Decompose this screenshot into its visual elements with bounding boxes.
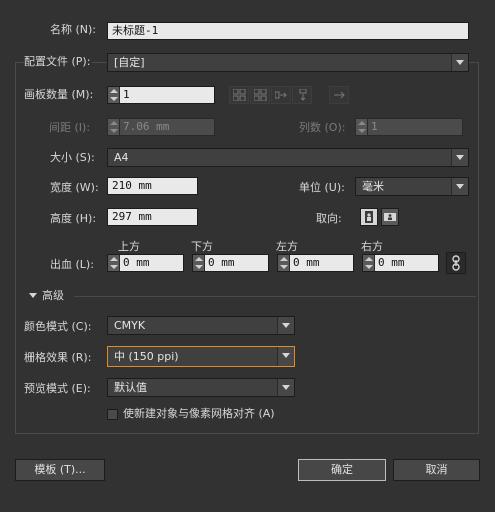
columns-label: 列数 (O): — [299, 121, 346, 134]
cancel-button[interactable]: 取消 — [393, 459, 480, 481]
stepper-arrows-icon[interactable] — [193, 255, 205, 271]
templates-button[interactable]: 模板 (T)... — [15, 459, 105, 481]
align-pixel-checkbox[interactable] — [107, 409, 118, 420]
bleed-top-stepper[interactable]: 0 mm — [107, 254, 184, 272]
artboards-label: 画板数量 (M): — [24, 88, 94, 101]
stepper-arrows-icon[interactable] — [363, 255, 375, 271]
profile-dropdown[interactable]: [自定] — [107, 53, 469, 72]
color-mode-value: CMYK — [114, 319, 146, 332]
size-dropdown[interactable]: A4 — [107, 148, 469, 167]
spacing-value: 7.06 mm — [123, 120, 170, 133]
columns-stepper: 1 — [355, 118, 463, 136]
preview-label: 预览模式 (E): — [24, 382, 91, 395]
artboards-value: 1 — [123, 88, 130, 101]
size-label: 大小 (S): — [50, 151, 95, 164]
chevron-down-icon — [451, 149, 468, 166]
chevron-down-icon — [277, 347, 294, 366]
size-value: A4 — [114, 151, 129, 164]
artboards-stepper[interactable]: 1 — [107, 86, 215, 104]
raster-dropdown[interactable]: 中 (150 ppi) — [107, 346, 295, 367]
chevron-down-icon — [451, 178, 468, 195]
disclosure-triangle-icon[interactable] — [29, 293, 37, 298]
align-pixel-label[interactable]: 使新建对象与像素网格对齐 (A) — [123, 407, 275, 421]
units-label: 单位 (U): — [299, 181, 345, 194]
stepper-arrows-icon — [108, 119, 120, 135]
advanced-label[interactable]: 高级 — [42, 289, 64, 303]
bleed-bottom-label: 下方 — [191, 240, 213, 253]
ok-button[interactable]: 确定 — [298, 459, 386, 481]
profile-value: [自定] — [114, 56, 145, 69]
bleed-right-stepper[interactable]: 0 mm — [362, 254, 439, 272]
width-input[interactable]: 210 mm — [107, 177, 198, 195]
bleed-left-value: 0 mm — [293, 256, 320, 269]
grid-by-row-icon[interactable] — [229, 86, 249, 104]
profile-label: 配置文件 (P): — [24, 55, 93, 69]
chevron-down-icon — [277, 317, 294, 334]
bleed-right-value: 0 mm — [378, 256, 405, 269]
color-mode-label: 颜色模式 (C): — [24, 320, 92, 333]
arrange-by-column-icon[interactable] — [292, 86, 312, 104]
chevron-down-icon — [451, 54, 468, 71]
width-label: 宽度 (W): — [50, 181, 99, 194]
units-dropdown[interactable]: 毫米 — [355, 177, 469, 196]
bleed-right-label: 右方 — [361, 240, 383, 253]
raster-value: 中 (150 ppi) — [114, 350, 179, 363]
height-label: 高度 (H): — [50, 212, 97, 225]
bleed-label: 出血 (L): — [50, 258, 94, 271]
landscape-icon[interactable] — [381, 208, 399, 226]
arrange-by-row-icon[interactable] — [271, 86, 291, 104]
stepper-arrows-icon[interactable] — [108, 255, 120, 271]
advanced-divider — [74, 296, 476, 297]
raster-label: 栅格效果 (R): — [24, 351, 92, 364]
name-input[interactable]: 未标题-1 — [107, 22, 469, 40]
bleed-bottom-value: 0 mm — [208, 256, 235, 269]
stepper-arrows-icon[interactable] — [278, 255, 290, 271]
color-mode-dropdown[interactable]: CMYK — [107, 316, 295, 335]
height-input[interactable]: 297 mm — [107, 208, 198, 226]
bleed-top-label: 上方 — [118, 240, 140, 253]
orientation-label: 取向: — [316, 212, 342, 225]
stepper-arrows-icon[interactable] — [108, 87, 120, 103]
stepper-arrows-icon — [356, 119, 368, 135]
chevron-down-icon — [277, 379, 294, 396]
bleed-top-value: 0 mm — [123, 256, 150, 269]
link-icon[interactable] — [446, 252, 466, 274]
preview-value: 默认值 — [114, 381, 147, 394]
portrait-icon[interactable] — [360, 208, 378, 226]
bleed-bottom-stepper[interactable]: 0 mm — [192, 254, 269, 272]
columns-value: 1 — [371, 120, 378, 133]
grid-by-column-icon[interactable] — [250, 86, 270, 104]
right-to-left-icon[interactable] — [329, 86, 349, 104]
name-label: 名称 (N): — [50, 23, 97, 36]
spacing-stepper: 7.06 mm — [107, 118, 215, 136]
bleed-left-stepper[interactable]: 0 mm — [277, 254, 354, 272]
preview-dropdown[interactable]: 默认值 — [107, 378, 295, 397]
spacing-label: 间距 (I): — [49, 121, 91, 134]
bleed-left-label: 左方 — [276, 240, 298, 253]
units-value: 毫米 — [362, 180, 384, 193]
